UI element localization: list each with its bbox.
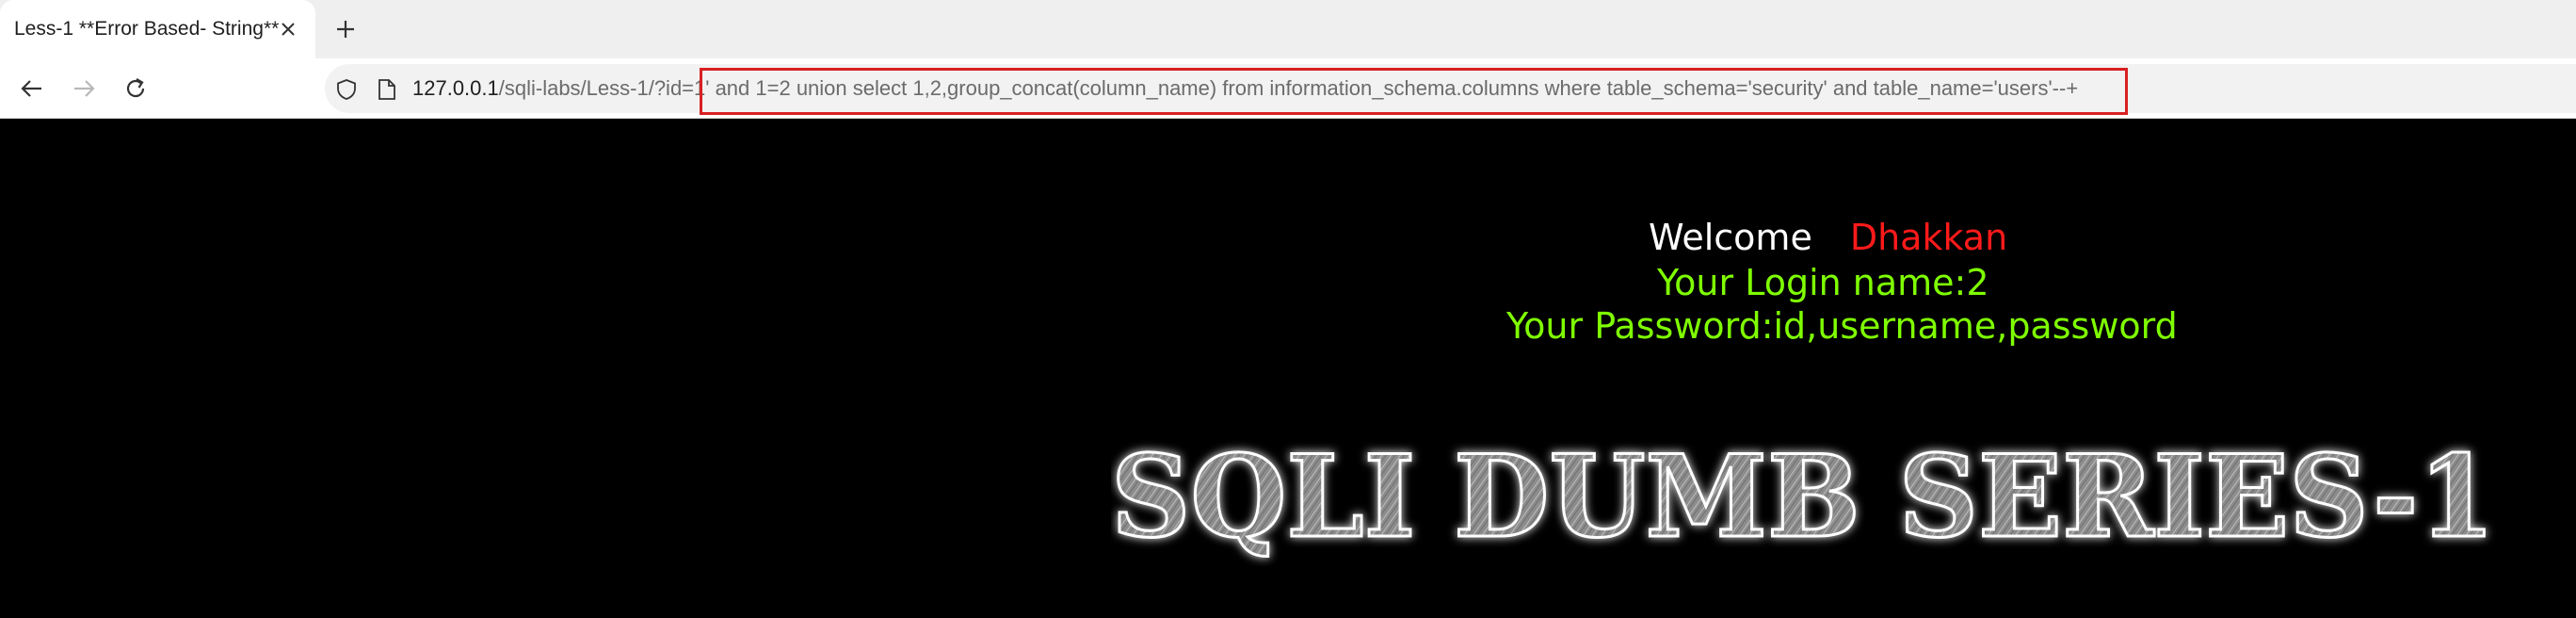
browser-window: Less-1 **Error Based- String** 127.0.0.1 bbox=[0, 0, 2576, 618]
sqli-dumb-series-banner: SQLI DUMB SERIES-1 bbox=[1111, 434, 2497, 565]
forward-arrow-icon[interactable] bbox=[71, 75, 97, 102]
plus-icon[interactable] bbox=[332, 16, 359, 42]
page-content: Welcome Dhakkan Your Login name:2 Your Pa… bbox=[0, 119, 2576, 618]
url-host: 127.0.0.1 bbox=[412, 76, 499, 100]
reload-icon[interactable] bbox=[122, 75, 149, 102]
shield-icon[interactable] bbox=[335, 78, 358, 101]
login-name-line: Your Login name:2 bbox=[1657, 262, 1989, 303]
tab-strip: Less-1 **Error Based- String** bbox=[0, 0, 2576, 58]
welcome-line: Welcome Dhakkan bbox=[1649, 217, 2007, 258]
page-icon bbox=[378, 79, 395, 100]
back-arrow-icon[interactable] bbox=[19, 75, 45, 102]
password-line: Your Password:id,username,password bbox=[1506, 305, 2178, 347]
welcome-name: Dhakkan bbox=[1849, 217, 2008, 258]
tab-active[interactable]: Less-1 **Error Based- String** bbox=[0, 0, 315, 58]
welcome-label: Welcome bbox=[1649, 217, 1812, 258]
url-highlight-box bbox=[700, 68, 2128, 115]
close-icon[interactable] bbox=[279, 20, 298, 39]
tab-title: Less-1 **Error Based- String** bbox=[14, 18, 280, 40]
banner-text: SQLI DUMB SERIES-1 bbox=[1111, 434, 2495, 563]
